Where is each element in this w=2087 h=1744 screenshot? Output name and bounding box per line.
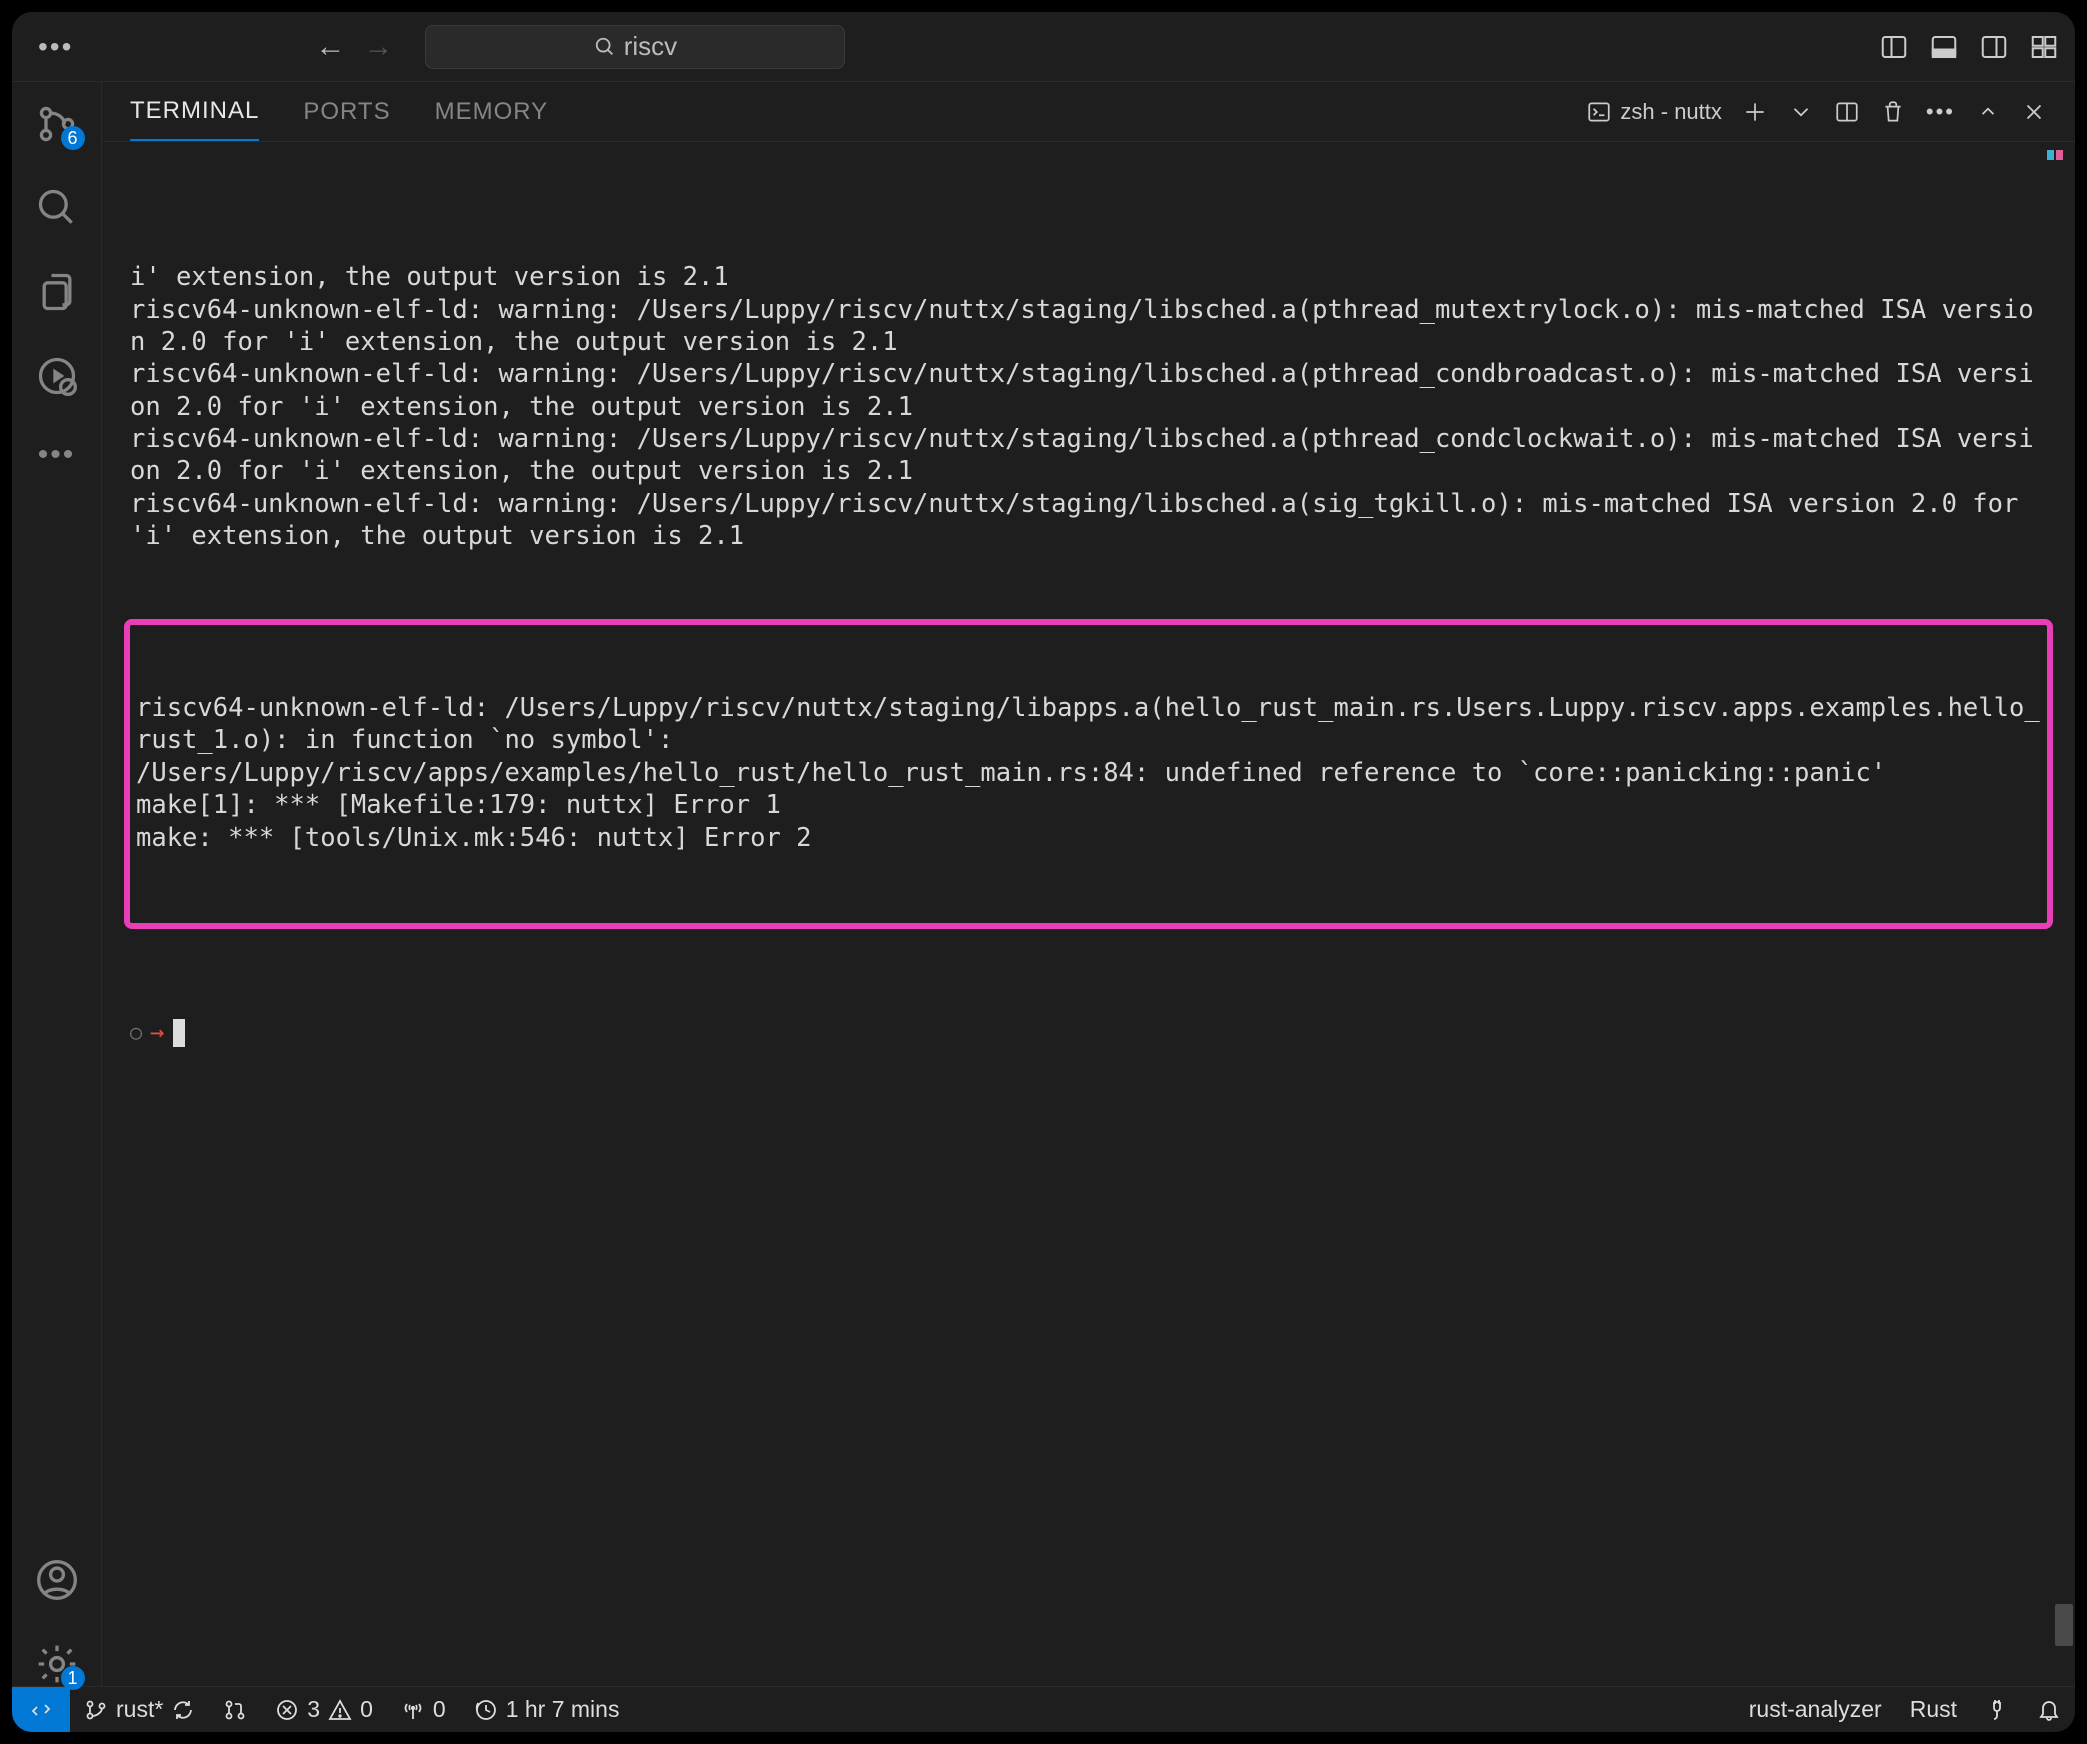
search-text: riscv — [624, 31, 677, 62]
layout-customize-icon[interactable] — [2029, 32, 2059, 62]
terminal-actions: zsh - nuttx ••• — [1586, 99, 2047, 125]
titlebar: ••• ← → riscv — [12, 12, 2075, 82]
language-mode-item[interactable]: Rust — [1896, 1687, 1971, 1732]
split-terminal-icon[interactable] — [1834, 99, 1860, 125]
ports-item[interactable]: 0 — [387, 1687, 460, 1732]
highlighted-error-block: riscv64-unknown-elf-ld: /Users/Luppy/ris… — [124, 619, 2053, 928]
settings-badge: 1 — [61, 1666, 85, 1690]
tab-ports[interactable]: PORTS — [303, 84, 390, 140]
body: 6 ••• 1 TERMINAL PORTS — [12, 82, 2075, 1686]
ports-count: 0 — [433, 1696, 446, 1723]
layout-panel-icon[interactable] — [1929, 32, 1959, 62]
terminal-color-indicator — [2047, 150, 2063, 160]
maximize-panel-icon[interactable] — [1975, 99, 2001, 125]
layout-sidebar-right-icon[interactable] — [1979, 32, 2009, 62]
terminal-content[interactable]: i' extension, the output version is 2.1 … — [102, 142, 2075, 1686]
new-terminal-icon[interactable] — [1742, 99, 1768, 125]
pull-request-item[interactable] — [209, 1687, 261, 1732]
terminal-more-icon[interactable]: ••• — [1926, 99, 1955, 125]
error-count: 3 — [307, 1696, 320, 1723]
panel-tab-bar: TERMINAL PORTS MEMORY zsh - nuttx ••• — [102, 82, 2075, 142]
notifications-icon[interactable] — [2023, 1687, 2075, 1732]
terminal-prompt: ○ → — [130, 1017, 2047, 1047]
terminal-output: i' extension, the output version is 2.1 … — [130, 261, 2047, 552]
tab-memory[interactable]: MEMORY — [435, 84, 549, 140]
terminal-dropdown-icon[interactable] — [1788, 99, 1814, 125]
time-text: 1 hr 7 mins — [506, 1696, 620, 1723]
nav-back-icon[interactable]: ← — [315, 30, 345, 64]
kill-terminal-icon[interactable] — [1880, 99, 1906, 125]
status-bar: rust* 3 0 0 1 hr 7 mins rust-analyzer Ru… — [12, 1686, 2075, 1732]
highlighted-error-text: riscv64-unknown-elf-ld: /Users/Luppy/ris… — [136, 692, 2041, 854]
settings-gear-icon[interactable]: 1 — [35, 1642, 79, 1686]
main-area: TERMINAL PORTS MEMORY zsh - nuttx ••• — [102, 82, 2075, 1686]
power-icon[interactable] — [1971, 1687, 2023, 1732]
terminal-scrollbar-thumb[interactable] — [2055, 1604, 2073, 1646]
source-control-icon[interactable]: 6 — [35, 102, 79, 146]
terminal-selector[interactable]: zsh - nuttx — [1586, 99, 1721, 125]
tab-terminal[interactable]: TERMINAL — [130, 83, 259, 141]
time-item[interactable]: 1 hr 7 mins — [460, 1687, 634, 1732]
terminal-cursor — [173, 1019, 185, 1047]
terminal-name: zsh - nuttx — [1620, 99, 1721, 125]
layout-sidebar-left-icon[interactable] — [1879, 32, 1909, 62]
warning-count: 0 — [360, 1696, 373, 1723]
rust-analyzer-item[interactable]: rust-analyzer — [1735, 1687, 1896, 1732]
accounts-icon[interactable] — [35, 1558, 79, 1602]
nav-forward-icon[interactable]: → — [363, 30, 393, 64]
scm-badge: 6 — [61, 126, 85, 150]
run-debug-icon[interactable] — [35, 354, 79, 398]
close-panel-icon[interactable] — [2021, 99, 2047, 125]
explorer-icon[interactable] — [35, 270, 79, 314]
search-icon[interactable] — [35, 186, 79, 230]
window-controls-icon[interactable]: ••• — [28, 31, 83, 63]
prompt-arrow-icon: → — [150, 1017, 164, 1047]
branch-name: rust* — [116, 1696, 163, 1723]
vscode-window: ••• ← → riscv 6 — [12, 12, 2075, 1732]
nav-buttons: ← → — [315, 30, 393, 64]
sync-icon[interactable] — [171, 1698, 195, 1722]
search-icon — [594, 36, 616, 58]
activity-bar: 6 ••• 1 — [12, 82, 102, 1686]
activity-overflow-icon[interactable]: ••• — [38, 438, 76, 472]
titlebar-layout-controls — [1879, 32, 2059, 62]
command-center-search[interactable]: riscv — [425, 25, 845, 69]
git-branch-item[interactable]: rust* — [70, 1687, 209, 1732]
remote-indicator[interactable] — [12, 1687, 70, 1732]
problems-item[interactable]: 3 0 — [261, 1687, 387, 1732]
prompt-status-icon: ○ — [130, 1020, 142, 1045]
